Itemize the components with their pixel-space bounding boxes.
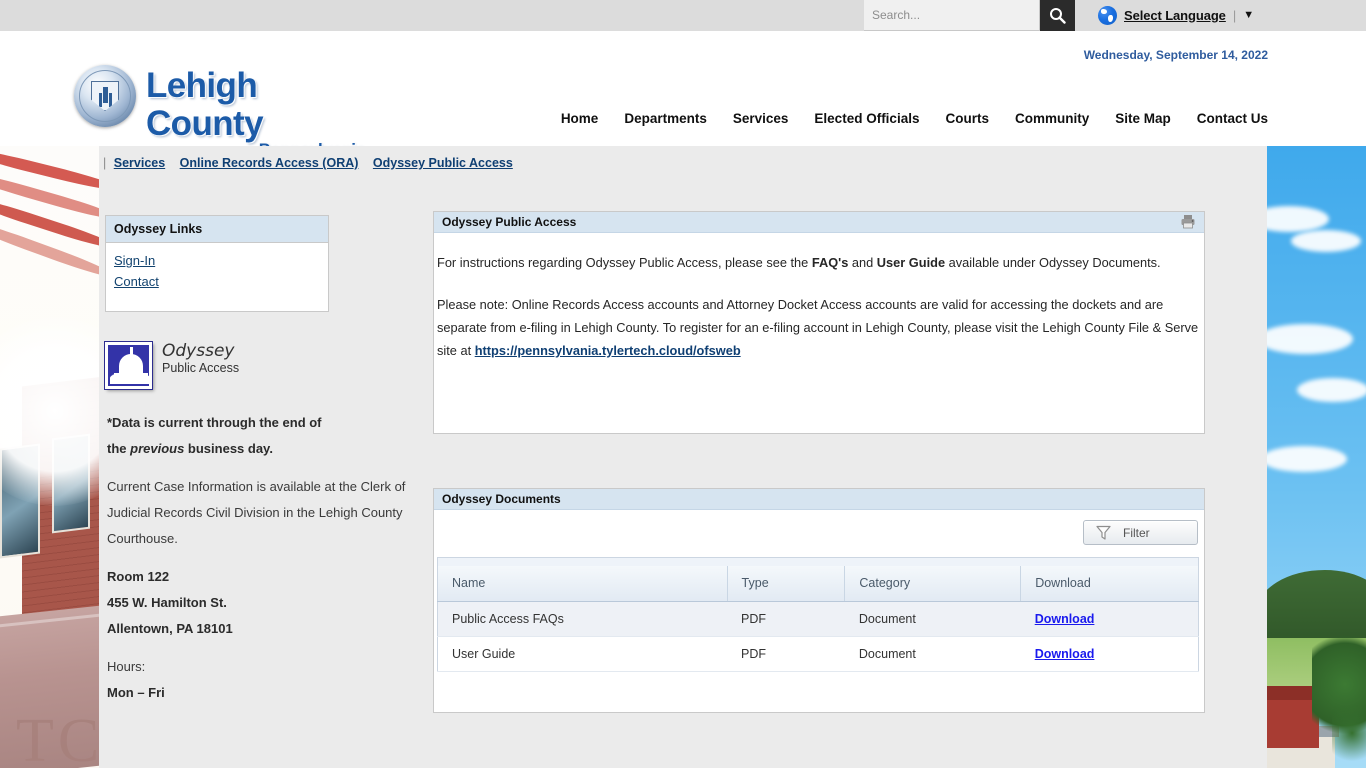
cell-download: Download <box>1021 602 1199 637</box>
flag-and-courthouse-photo: TC <box>0 146 99 768</box>
farm-landscape-photo <box>1267 146 1366 768</box>
page-body: TC | Services Online Records Acces <box>0 146 1366 768</box>
odyssey-public-access-panel: Odyssey Public Access For instructions r… <box>433 211 1205 434</box>
globe-icon <box>1098 6 1117 25</box>
column-header-category[interactable]: Category <box>845 566 1021 602</box>
table-header-row: Name Type Category Download <box>438 566 1199 602</box>
opa-panel-header: Odyssey Public Access <box>434 212 1204 233</box>
data-note-line2-a: the <box>107 441 130 456</box>
cell-type: PDF <box>727 637 845 672</box>
hours-value: Mon – Fri <box>107 685 165 700</box>
select-language-label[interactable]: Select Language <box>1124 8 1226 23</box>
chevron-down-icon[interactable]: ▼ <box>1243 9 1254 21</box>
docs-table-footer <box>434 672 1204 702</box>
data-currency-note: *Data is current through the end of the … <box>107 410 427 462</box>
odyssey-links-title: Odyssey Links <box>106 216 328 243</box>
sidebar-link-sign-in[interactable]: Sign-In <box>114 253 320 268</box>
cell-name: Public Access FAQs <box>438 602 728 637</box>
data-note-emphasis: previous <box>130 441 184 456</box>
opa-panel-body: For instructions regarding Odyssey Publi… <box>434 233 1204 391</box>
opa-paragraph-1: For instructions regarding Odyssey Publi… <box>437 251 1201 274</box>
content-column: | Services Online Records Access (ORA) O… <box>99 146 1255 768</box>
table-top-strip <box>438 558 1199 566</box>
file-and-serve-link[interactable]: https://pennsylvania.tylertech.cloud/ofs… <box>475 343 741 358</box>
download-link[interactable]: Download <box>1035 612 1095 626</box>
opa-p1-a: For instructions regarding Odyssey Publi… <box>437 255 812 270</box>
odyssey-brand-subtitle: Public Access <box>162 361 239 376</box>
odyssey-documents-panel: Odyssey Documents Filter <box>433 488 1205 713</box>
language-selector[interactable]: Select Language | ▼ <box>1098 4 1254 26</box>
logo-main-text: Lehigh County <box>146 67 379 143</box>
nav-item-services[interactable]: Services <box>733 111 789 126</box>
odyssey-brand-title: Odyssey <box>162 342 239 361</box>
documents-table: Name Type Category Download Public Acces… <box>437 557 1199 672</box>
sidebar-notes: *Data is current through the end of the … <box>107 410 427 718</box>
main-navigation: Home Departments Services Elected Offici… <box>0 111 1366 126</box>
docs-toolbar: Filter <box>434 510 1204 557</box>
cell-download: Download <box>1021 637 1199 672</box>
search-button[interactable] <box>1040 0 1075 31</box>
breadcrumb: | Services Online Records Access (ORA) O… <box>103 156 524 170</box>
address-room: Room 122 <box>107 569 169 584</box>
column-header-download[interactable]: Download <box>1021 566 1199 602</box>
nav-item-site-map[interactable]: Site Map <box>1115 111 1171 126</box>
address-street: 455 W. Hamilton St. <box>107 595 227 610</box>
nav-item-home[interactable]: Home <box>561 111 599 126</box>
hours-label: Hours: <box>107 659 145 674</box>
office-hours: Hours: Mon – Fri <box>107 654 427 706</box>
cell-name: User Guide <box>438 637 728 672</box>
breadcrumb-item-odyssey-public-access[interactable]: Odyssey Public Access <box>373 156 513 170</box>
page-root: Select Language | ▼ Lehigh County Pennsy… <box>0 0 1366 768</box>
sidebar: Odyssey Links Sign-In Contact Odyssey <box>105 215 329 312</box>
nav-item-elected-officials[interactable]: Elected Officials <box>814 111 919 126</box>
site-header: Lehigh County Pennsylvania Wednesday, Se… <box>0 31 1366 146</box>
opa-p1-faqs: FAQ's <box>812 255 848 270</box>
nav-item-departments[interactable]: Departments <box>624 111 707 126</box>
odyssey-links-panel: Odyssey Links Sign-In Contact <box>105 215 329 312</box>
opa-p1-c: and <box>848 255 876 270</box>
download-link[interactable]: Download <box>1035 647 1095 661</box>
case-information-note: Current Case Information is available at… <box>107 474 427 552</box>
opa-p1-d: available under Odyssey Documents. <box>945 255 1161 270</box>
breadcrumb-item-services[interactable]: Services <box>114 156 165 170</box>
search-input[interactable] <box>864 0 1039 30</box>
data-note-line2-b: business day. <box>184 441 273 456</box>
current-date: Wednesday, September 14, 2022 <box>1084 48 1268 62</box>
funnel-icon <box>1096 525 1111 541</box>
data-note-line1: *Data is current through the end of <box>107 415 322 430</box>
column-header-type[interactable]: Type <box>727 566 845 602</box>
office-address: Room 122 455 W. Hamilton St. Allentown, … <box>107 564 427 642</box>
column-header-name[interactable]: Name <box>438 566 728 602</box>
cell-category: Document <box>845 602 1021 637</box>
language-separator: | <box>1233 8 1236 23</box>
filter-label: Filter <box>1123 526 1150 540</box>
docs-panel-title: Odyssey Documents <box>442 492 561 506</box>
table-row[interactable]: User Guide PDF Document Download <box>438 637 1199 672</box>
search-box[interactable] <box>864 0 1040 31</box>
sidebar-link-contact[interactable]: Contact <box>114 274 320 289</box>
breadcrumb-item-online-records-access[interactable]: Online Records Access (ORA) <box>180 156 359 170</box>
table-row[interactable]: Public Access FAQs PDF Document Download <box>438 602 1199 637</box>
opa-p1-user-guide: User Guide <box>877 255 945 270</box>
docs-panel-header: Odyssey Documents <box>434 489 1204 510</box>
nav-item-contact-us[interactable]: Contact Us <box>1197 111 1268 126</box>
odyssey-courthouse-icon <box>105 342 152 389</box>
opa-panel-title: Odyssey Public Access <box>442 215 576 229</box>
odyssey-links-list: Sign-In Contact <box>106 243 328 311</box>
nav-item-courts[interactable]: Courts <box>945 111 989 126</box>
filter-button[interactable]: Filter <box>1083 520 1198 545</box>
top-utility-bar: Select Language | ▼ <box>0 0 1366 31</box>
nav-item-community[interactable]: Community <box>1015 111 1089 126</box>
search-icon <box>1049 7 1066 24</box>
breadcrumb-prefix: | <box>103 156 106 170</box>
cell-category: Document <box>845 637 1021 672</box>
address-city-state-zip: Allentown, PA 18101 <box>107 621 233 636</box>
printer-icon[interactable] <box>1180 214 1196 229</box>
odyssey-brand: Odyssey Public Access <box>105 342 239 389</box>
cell-type: PDF <box>727 602 845 637</box>
opa-paragraph-2: Please note: Online Records Access accou… <box>437 293 1201 362</box>
